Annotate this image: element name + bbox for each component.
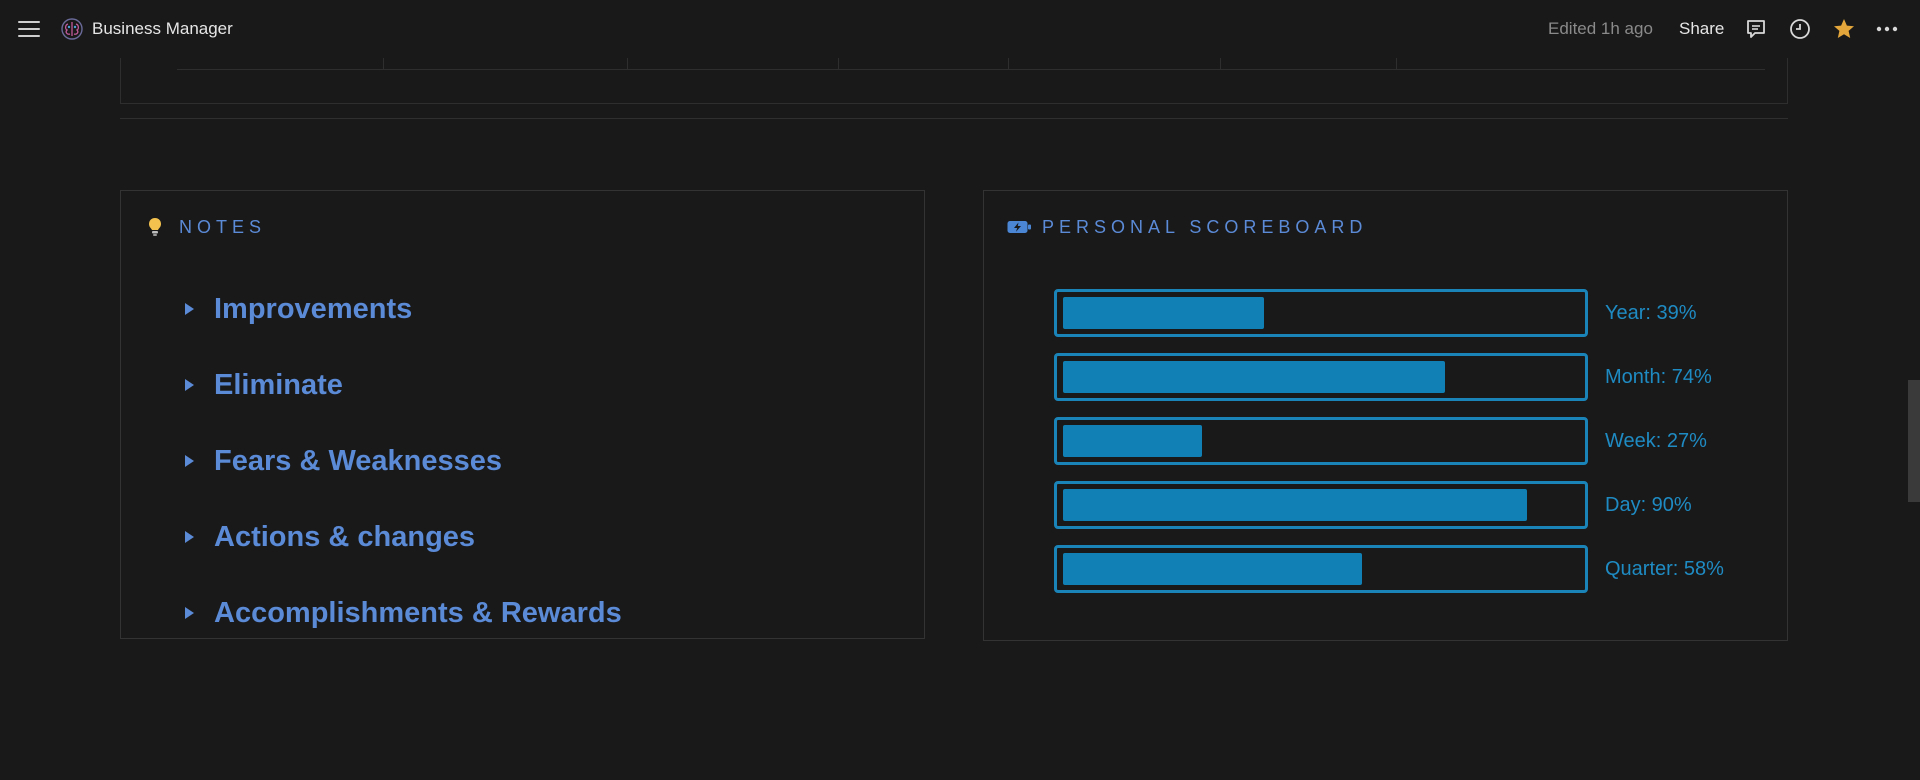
toggle-arrow-icon[interactable]	[185, 303, 194, 315]
progress-label: Quarter: 58%	[1605, 557, 1724, 580]
table-row-divider	[177, 69, 1765, 70]
toggle-improvements[interactable]: Improvements	[185, 271, 622, 347]
progress-label: Year: 39%	[1605, 301, 1697, 324]
toggle-eliminate[interactable]: Eliminate	[185, 347, 622, 423]
lightbulb-icon	[143, 215, 167, 239]
progress-row-month: Month: 74%	[1054, 345, 1724, 409]
menu-icon[interactable]	[18, 17, 42, 41]
scoreboard-header: PERSONAL SCOREBOARD	[1006, 215, 1367, 239]
progress-track	[1054, 353, 1588, 401]
toggle-arrow-icon[interactable]	[185, 379, 194, 391]
scoreboard-card: PERSONAL SCOREBOARD Year: 39% Month: 74%…	[983, 190, 1788, 641]
scrollbar-thumb[interactable]	[1908, 380, 1920, 502]
progress-fill	[1063, 361, 1445, 393]
toggle-label[interactable]: Actions & changes	[214, 521, 475, 554]
progress-bars: Year: 39% Month: 74% Week: 27% Day: 90% …	[1054, 281, 1724, 601]
section-divider	[120, 118, 1788, 119]
toggle-actions-changes[interactable]: Actions & changes	[185, 499, 622, 575]
battery-charging-icon	[1006, 215, 1031, 239]
toggle-label[interactable]: Fears & Weaknesses	[214, 445, 502, 478]
toggle-arrow-icon[interactable]	[185, 607, 194, 619]
star-icon[interactable]	[1831, 16, 1857, 42]
notes-title: NOTES	[179, 216, 267, 237]
share-button[interactable]: Share	[1679, 19, 1724, 39]
toggle-label[interactable]: Accomplishments & Rewards	[214, 597, 622, 630]
progress-label: Day: 90%	[1605, 493, 1692, 516]
progress-row-year: Year: 39%	[1054, 281, 1724, 345]
clock-icon[interactable]	[1787, 16, 1813, 42]
progress-label: Month: 74%	[1605, 365, 1712, 388]
brain-icon	[60, 17, 84, 41]
notes-header: NOTES	[143, 215, 266, 239]
progress-fill	[1063, 489, 1528, 521]
notes-toggle-list: Improvements Eliminate Fears & Weaknesse…	[185, 271, 622, 651]
progress-label: Week: 27%	[1605, 429, 1707, 452]
toggle-fears-weaknesses[interactable]: Fears & Weaknesses	[185, 423, 622, 499]
top-bar: Business Manager Edited 1h ago Share	[0, 0, 1920, 58]
toggle-arrow-icon[interactable]	[185, 531, 194, 543]
edited-timestamp: Edited 1h ago	[1548, 19, 1653, 38]
progress-row-week: Week: 27%	[1054, 409, 1724, 473]
toggle-arrow-icon[interactable]	[185, 455, 194, 467]
scoreboard-title: PERSONAL SCOREBOARD	[1042, 216, 1368, 237]
progress-track	[1054, 481, 1588, 529]
progress-fill	[1063, 297, 1265, 329]
progress-track	[1054, 289, 1588, 337]
progress-track	[1054, 545, 1588, 593]
page-title[interactable]: Business Manager	[92, 19, 233, 39]
progress-fill	[1063, 425, 1203, 457]
toggle-label[interactable]: Improvements	[214, 293, 412, 326]
toggle-label[interactable]: Eliminate	[214, 369, 343, 402]
comment-icon[interactable]	[1743, 16, 1769, 42]
progress-row-day: Day: 90%	[1054, 473, 1724, 537]
more-icon[interactable]	[1874, 16, 1900, 42]
notes-card: NOTES Improvements Eliminate Fears & Wea…	[120, 190, 925, 639]
progress-fill	[1063, 553, 1363, 585]
progress-row-quarter: Quarter: 58%	[1054, 537, 1724, 601]
toggle-accomplishments-rewards[interactable]: Accomplishments & Rewards	[185, 575, 622, 651]
progress-track	[1054, 417, 1588, 465]
